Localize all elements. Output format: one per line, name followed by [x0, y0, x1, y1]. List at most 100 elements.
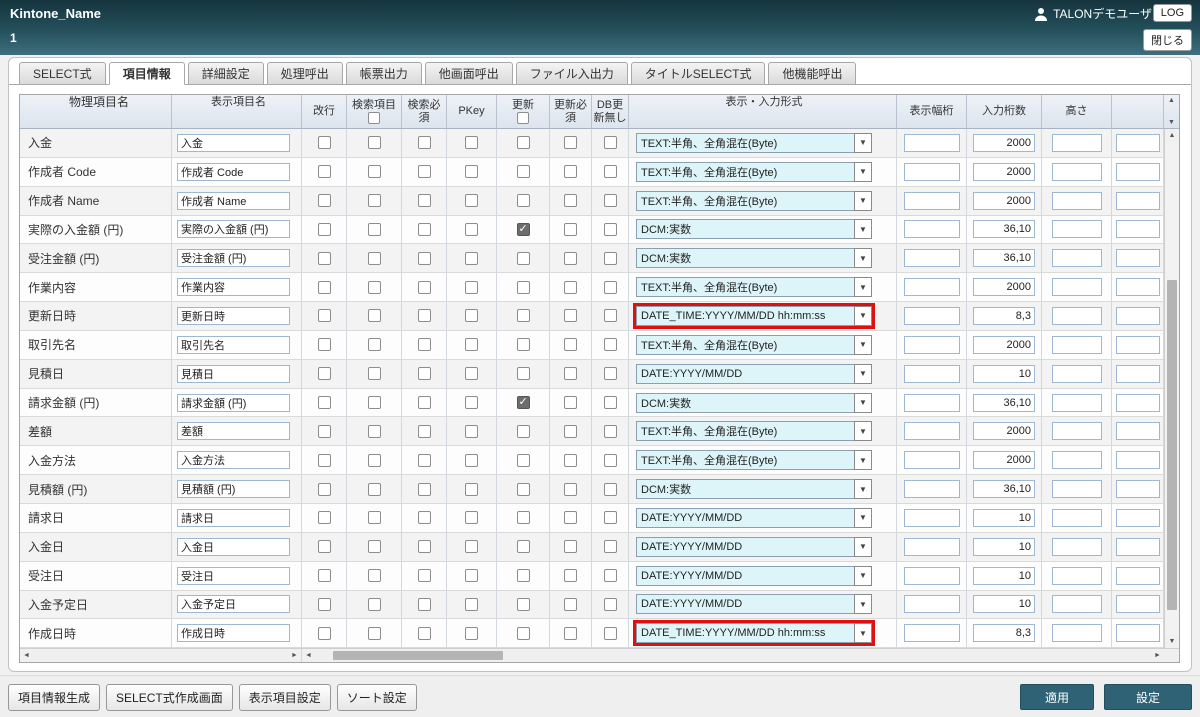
search-checkbox[interactable]	[367, 367, 381, 381]
dropdown-arrow-icon[interactable]	[854, 623, 872, 644]
vertical-scrollbar[interactable]	[1164, 129, 1179, 648]
update_req-checkbox[interactable]	[564, 424, 577, 438]
format-select[interactable]: DCM:実数	[636, 248, 872, 269]
kaigyo-checkbox[interactable]	[317, 367, 331, 381]
db_no_update-checkbox[interactable]	[603, 165, 617, 179]
pkey-checkbox[interactable]	[465, 597, 478, 611]
update_req-checkbox[interactable]	[564, 569, 577, 583]
height-input[interactable]	[1051, 566, 1102, 585]
input-digits-input[interactable]	[973, 451, 1035, 470]
search_req-checkbox[interactable]	[417, 482, 431, 496]
search-checkbox[interactable]	[367, 309, 381, 323]
display-name-input[interactable]	[177, 191, 290, 210]
db_no_update-checkbox[interactable]	[603, 453, 617, 467]
format-select[interactable]: DATE:YYYY/MM/DD	[636, 565, 872, 586]
search-checkbox[interactable]	[367, 165, 381, 179]
dropdown-arrow-icon[interactable]	[854, 421, 872, 442]
update-checkbox[interactable]	[516, 165, 530, 179]
dropdown-arrow-icon[interactable]	[854, 277, 872, 298]
db_no_update-checkbox[interactable]	[603, 540, 617, 554]
tab-4[interactable]: 帳票出力	[345, 62, 422, 85]
format-select[interactable]: DATE:YYYY/MM/DD	[636, 536, 872, 557]
search-checkbox[interactable]	[367, 280, 381, 294]
kaigyo-checkbox[interactable]	[317, 309, 331, 323]
dropdown-arrow-icon[interactable]	[854, 219, 872, 240]
search_req-checkbox[interactable]	[417, 136, 431, 150]
update_req-checkbox[interactable]	[564, 222, 577, 236]
input-digits-input[interactable]	[973, 278, 1035, 297]
close-button[interactable]: 閉じる	[1143, 29, 1192, 51]
update_req-checkbox[interactable]	[564, 136, 577, 150]
update_req-checkbox[interactable]	[564, 540, 577, 554]
pkey-checkbox[interactable]	[465, 338, 478, 352]
kaigyo-checkbox[interactable]	[317, 626, 331, 640]
kaigyo-checkbox[interactable]	[317, 222, 331, 236]
horizontal-scroll-track-right[interactable]	[315, 649, 1151, 662]
scroll-right-icon[interactable]	[1151, 649, 1164, 662]
extra-input[interactable]	[1115, 480, 1160, 499]
dropdown-arrow-icon[interactable]	[854, 565, 872, 586]
display-width-input[interactable]	[903, 364, 960, 383]
height-input[interactable]	[1051, 133, 1102, 152]
display-name-input[interactable]	[177, 451, 290, 470]
pkey-checkbox[interactable]	[465, 251, 478, 265]
extra-input[interactable]	[1115, 335, 1160, 354]
search-checkbox[interactable]	[367, 396, 381, 410]
format-select[interactable]: TEXT:半角、全角混在(Byte)	[636, 132, 872, 153]
format-select[interactable]: TEXT:半角、全角混在(Byte)	[636, 190, 872, 211]
update-checkbox[interactable]	[516, 280, 530, 294]
update-checkbox[interactable]	[516, 396, 530, 410]
search-checkbox[interactable]	[367, 136, 381, 150]
extra-input[interactable]	[1115, 249, 1160, 268]
select-all-checkbox[interactable]	[517, 112, 529, 125]
extra-input[interactable]	[1115, 393, 1160, 412]
db_no_update-checkbox[interactable]	[603, 280, 617, 294]
update_req-checkbox[interactable]	[564, 396, 577, 410]
display-width-input[interactable]	[903, 278, 960, 297]
display-name-input[interactable]	[177, 422, 290, 441]
update-checkbox[interactable]	[516, 194, 530, 208]
dropdown-arrow-icon[interactable]	[854, 594, 872, 615]
height-input[interactable]	[1051, 335, 1102, 354]
height-input[interactable]	[1051, 537, 1102, 556]
search-checkbox[interactable]	[367, 194, 381, 208]
search-checkbox[interactable]	[367, 424, 381, 438]
display-name-input[interactable]	[177, 306, 290, 325]
update_req-checkbox[interactable]	[564, 367, 577, 381]
update-checkbox[interactable]	[516, 424, 530, 438]
extra-input[interactable]	[1115, 278, 1160, 297]
header-scroll-arrows[interactable]: ▲ ▼	[1164, 95, 1179, 129]
db_no_update-checkbox[interactable]	[603, 597, 617, 611]
scroll-left-icon[interactable]	[20, 649, 33, 662]
update_req-checkbox[interactable]	[564, 453, 577, 467]
format-select[interactable]: TEXT:半角、全角混在(Byte)	[636, 334, 872, 355]
format-select[interactable]: DCM:実数	[636, 392, 872, 413]
dropdown-arrow-icon[interactable]	[854, 305, 872, 326]
height-input[interactable]	[1051, 451, 1102, 470]
pkey-checkbox[interactable]	[465, 194, 478, 208]
format-select[interactable]: DCM:実数	[636, 219, 872, 240]
search-checkbox[interactable]	[367, 222, 381, 236]
db_no_update-checkbox[interactable]	[603, 194, 617, 208]
search-checkbox[interactable]	[367, 597, 381, 611]
pkey-checkbox[interactable]	[465, 482, 478, 496]
dropdown-arrow-icon[interactable]	[854, 132, 872, 153]
update-checkbox[interactable]	[516, 626, 530, 640]
height-input[interactable]	[1051, 393, 1102, 412]
pkey-checkbox[interactable]	[465, 136, 478, 150]
footer-button-2[interactable]: 表示項目設定	[238, 684, 331, 711]
tab-2[interactable]: 詳細設定	[187, 62, 264, 85]
input-digits-input[interactable]	[973, 624, 1035, 643]
search_req-checkbox[interactable]	[417, 597, 431, 611]
display-width-input[interactable]	[903, 335, 960, 354]
input-digits-input[interactable]	[973, 306, 1035, 325]
pkey-checkbox[interactable]	[465, 367, 478, 381]
update_req-checkbox[interactable]	[564, 194, 577, 208]
extra-input[interactable]	[1115, 451, 1160, 470]
update_req-checkbox[interactable]	[564, 280, 577, 294]
tab-6[interactable]: ファイル入出力	[515, 62, 628, 85]
update-checkbox[interactable]	[516, 597, 530, 611]
update_req-checkbox[interactable]	[564, 511, 577, 525]
extra-input[interactable]	[1115, 422, 1160, 441]
format-select[interactable]: TEXT:半角、全角混在(Byte)	[636, 277, 872, 298]
